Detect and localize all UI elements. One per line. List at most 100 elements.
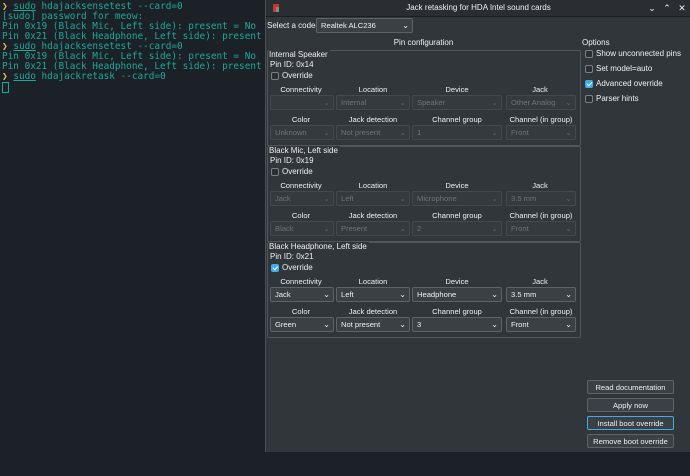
chevron-down-icon: ⌄	[491, 290, 498, 299]
chevron-down-icon: ⌄	[323, 98, 330, 107]
device-select[interactable]: Microphone ⌄	[412, 191, 502, 206]
read-documentation-button[interactable]: Read documentation	[587, 380, 674, 394]
header-jack: Jack	[532, 181, 548, 190]
advanced-override-checkbox[interactable]	[585, 80, 593, 88]
channel-in-group-select[interactable]: Front ⌄	[506, 125, 576, 140]
group-title: Black Headphone, Left side	[269, 242, 369, 251]
chevron-down-icon: ⌄	[399, 320, 406, 329]
options-panel: Options Show unconnected pins Set model=…	[581, 38, 689, 106]
header-channel-group: Channel group	[432, 211, 482, 220]
install-boot-override-button[interactable]: Install boot override	[587, 416, 674, 430]
channel-group-select[interactable]: 2 ⌄	[412, 221, 502, 236]
prompt-symbol: ❯	[2, 71, 8, 82]
connectivity-select[interactable]: Jack ⌄	[270, 287, 334, 302]
terminal[interactable]: ❯ sudo hdajacksensetest --card=0 [sudo] …	[0, 0, 290, 476]
terminal-cursor	[2, 82, 9, 93]
remove-boot-override-button[interactable]: Remove boot override	[587, 434, 674, 448]
header-jack-detection: Jack detection	[348, 307, 398, 316]
window-title: Jack retasking for HDA Intel sound cards	[406, 3, 551, 12]
pin-id: Pin ID: 0x21	[270, 252, 314, 261]
override-label: Override	[282, 167, 313, 176]
header-channel-in-group: Channel (in group)	[509, 115, 573, 124]
jack-select[interactable]: 3.5 mm ⌄	[506, 287, 576, 302]
select-value: Front	[511, 224, 529, 233]
device-select[interactable]: Speaker ⌄	[412, 95, 502, 110]
header-device: Device	[445, 181, 469, 190]
pin-configuration-title: Pin configuration	[393, 38, 454, 47]
channel-in-group-select[interactable]: Front ⌄	[506, 317, 576, 332]
chevron-down-icon: ⌄	[399, 128, 406, 137]
pin-group-black-headphone: Black Headphone, Left side Pin ID: 0x21 …	[267, 242, 581, 338]
header-channel-group: Channel group	[432, 115, 482, 124]
select-value: Headphone	[417, 290, 457, 299]
chevron-down-icon: ⌄	[491, 320, 498, 329]
jack-detection-select[interactable]: Not present ⌄	[336, 125, 410, 140]
command-args: hdajackretask --card=0	[35, 71, 166, 82]
device-select[interactable]: Headphone ⌄	[412, 287, 502, 302]
color-select[interactable]: Black ⌄	[270, 221, 334, 236]
location-select[interactable]: Left ⌄	[336, 191, 410, 206]
header-channel-in-group: Channel (in group)	[509, 211, 573, 220]
set-model-auto-checkbox[interactable]	[585, 65, 593, 73]
channel-in-group-select[interactable]: Front ⌄	[506, 221, 576, 236]
select-value: Speaker	[417, 98, 446, 107]
group-title: Black Mic, Left side	[269, 146, 340, 155]
select-value: Unknown	[275, 128, 307, 137]
terminal-line	[0, 82, 264, 93]
codec-select[interactable]: Realtek ALC236 ⌄	[316, 18, 413, 33]
select-value: Microphone	[417, 194, 457, 203]
parser-hints-checkbox[interactable]	[585, 95, 593, 103]
jack-detection-select[interactable]: Not present ⌄	[336, 317, 410, 332]
location-select[interactable]: Internal ⌄	[336, 95, 410, 110]
chevron-down-icon: ⌄	[399, 224, 406, 233]
group-title: Internal Speaker	[269, 50, 330, 59]
override-checkbox[interactable]	[271, 264, 279, 272]
show-unconnected-pins-checkbox[interactable]	[585, 50, 593, 58]
command-word: sudo	[13, 71, 36, 82]
header-device: Device	[445, 277, 469, 286]
color-select[interactable]: Unknown ⌄	[270, 125, 334, 140]
header-location: Location	[358, 85, 388, 94]
select-value: 1	[417, 128, 422, 137]
title-bar[interactable]: Jack retasking for HDA Intel sound cards…	[266, 0, 690, 17]
header-jack-detection: Jack detection	[348, 115, 398, 124]
close-icon[interactable]: ✕	[677, 3, 687, 13]
color-select[interactable]: Green ⌄	[270, 317, 334, 332]
jack-select[interactable]: Other Analog ⌄	[506, 95, 576, 110]
jack-retask-window: Jack retasking for HDA Intel sound cards…	[265, 0, 690, 452]
select-value: Jack	[275, 290, 291, 299]
chevron-down-icon: ⌄	[565, 290, 572, 299]
select-value: Internal	[341, 98, 367, 107]
connectivity-select[interactable]: Jack ⌄	[270, 191, 334, 206]
chevron-down-icon: ⌄	[565, 224, 572, 233]
chevron-down-icon: ⌄	[565, 98, 572, 107]
location-select[interactable]: Left ⌄	[336, 287, 410, 302]
channel-group-select[interactable]: 1 ⌄	[412, 125, 502, 140]
header-location: Location	[358, 181, 388, 190]
jack-detection-select[interactable]: Present ⌄	[336, 221, 410, 236]
minimize-icon[interactable]: ⌄	[647, 3, 657, 13]
chevron-down-icon: ⌄	[323, 290, 330, 299]
apply-now-button[interactable]: Apply now	[587, 398, 674, 412]
channel-group-select[interactable]: 3 ⌄	[412, 317, 502, 332]
codec-label: Select a codec:	[267, 21, 322, 30]
chevron-down-icon: ⌄	[565, 128, 572, 137]
maximize-icon[interactable]: ⌃	[662, 3, 672, 13]
jack-select[interactable]: 3.5 mm ⌄	[506, 191, 576, 206]
select-value: Left	[341, 290, 354, 299]
chevron-down-icon: ⌄	[323, 320, 330, 329]
override-checkbox[interactable]	[271, 168, 279, 176]
override-label: Override	[282, 263, 313, 272]
select-value: 3.5 mm	[511, 290, 537, 299]
connectivity-select[interactable]: ⌄	[270, 95, 334, 110]
chevron-down-icon: ⌄	[491, 194, 498, 203]
chevron-down-icon: ⌄	[491, 98, 498, 107]
chevron-down-icon: ⌄	[399, 194, 406, 203]
show-unconnected-pins-label: Show unconnected pins	[596, 49, 681, 58]
advanced-override-label: Advanced override	[596, 79, 663, 88]
header-location: Location	[358, 277, 388, 286]
chevron-down-icon: ⌄	[565, 194, 572, 203]
override-checkbox[interactable]	[271, 72, 279, 80]
select-value: Other Analog	[511, 98, 556, 107]
select-value: Left	[341, 194, 354, 203]
